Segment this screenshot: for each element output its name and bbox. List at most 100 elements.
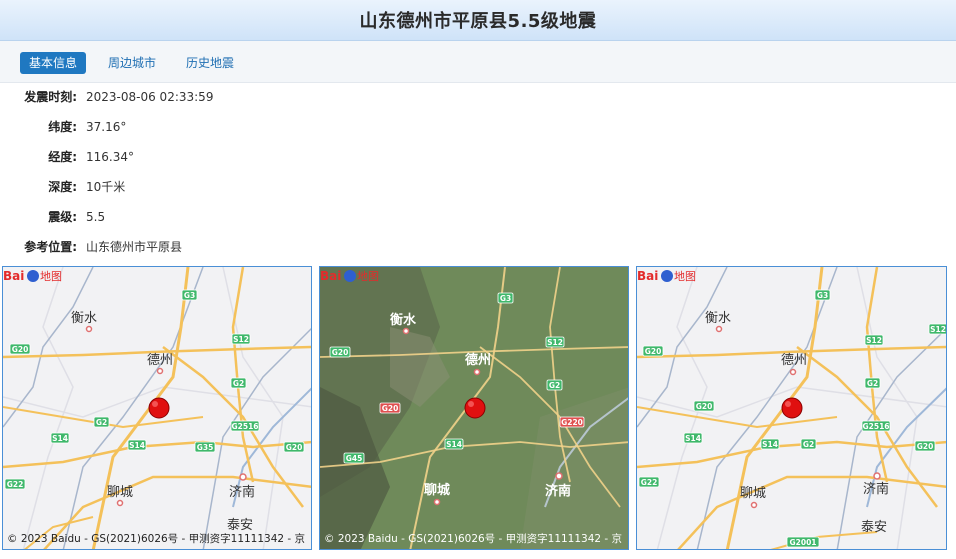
baidu-logo: Bai 地图 xyxy=(320,269,379,283)
city-label-hengshui: 衡水 xyxy=(390,312,417,328)
map-canvas: G3 G20 S12 G2 G20 S12 G2516 S14 S14 G2 G… xyxy=(637,267,946,549)
road-label-s12: S12 xyxy=(864,334,884,346)
road-label-g3: G3 xyxy=(497,292,514,304)
svg-text:G2: G2 xyxy=(233,379,244,388)
svg-text:S14: S14 xyxy=(762,440,778,449)
city-label-liaocheng: 聊城 xyxy=(107,485,133,500)
svg-text:Bai: Bai xyxy=(637,269,658,283)
svg-text:G20: G20 xyxy=(917,442,934,451)
road-label-s14-b: S14 xyxy=(760,438,780,450)
latitude-label: 纬度: xyxy=(48,120,77,134)
info-row-magnitude: 震级: 5.5 xyxy=(0,207,600,227)
road-label-g3: G3 xyxy=(814,289,831,301)
map-street-right[interactable]: G3 G20 S12 G2 G20 S12 G2516 S14 S14 G2 G… xyxy=(636,266,947,550)
map-satellite-middle[interactable]: G3 G20 S12 G2 G20 G220 S14 G45 衡水 德州 聊城 … xyxy=(319,266,629,550)
svg-text:G2516: G2516 xyxy=(231,422,258,431)
map-copyright: © 2023 Baidu - GS(2021)6026号 - 甲测资字11111… xyxy=(7,533,306,545)
road-label-g22: G22 xyxy=(4,478,26,490)
city-label-dezhou: 德州 xyxy=(781,353,807,368)
svg-text:S12: S12 xyxy=(930,325,946,334)
svg-text:Bai: Bai xyxy=(3,269,24,283)
svg-text:Bai: Bai xyxy=(320,269,341,283)
svg-text:S12: S12 xyxy=(866,336,882,345)
info-row-latitude: 纬度: 37.16° xyxy=(0,117,600,137)
map-copyright: © 2023 Baidu - GS(2021)6026号 - 甲测资字11111… xyxy=(324,533,623,545)
map-canvas-satellite: G3 G20 S12 G2 G20 G220 S14 G45 衡水 德州 聊城 … xyxy=(320,267,628,549)
svg-text:S14: S14 xyxy=(685,434,701,443)
road-label-g2: G2 xyxy=(864,377,881,389)
city-label-liaocheng: 聊城 xyxy=(424,482,450,498)
epicenter-marker[interactable] xyxy=(148,397,170,419)
road-label-g20-b: G20 xyxy=(693,400,715,412)
baidu-logo: Bai 地图 xyxy=(637,269,696,283)
svg-text:G2: G2 xyxy=(96,418,107,427)
road-label-s14-b: S14 xyxy=(127,439,147,451)
time-label: 发震时刻: xyxy=(24,90,77,104)
road-label-g2-b: G2 xyxy=(800,438,817,450)
info-row-longitude: 经度: 116.34° xyxy=(0,147,600,167)
page-title: 山东德州市平原县5.5级地震 xyxy=(359,11,597,32)
svg-text:G20: G20 xyxy=(286,443,303,452)
depth-label: 深度: xyxy=(48,180,77,194)
map-canvas: G3 G20 S12 G2 G2 G2516 S14 S14 G35 G20 G… xyxy=(3,267,311,549)
magnitude-value: 5.5 xyxy=(86,210,106,224)
road-label-s14: S14 xyxy=(50,432,70,444)
svg-text:G20: G20 xyxy=(382,404,399,413)
svg-text:G3: G3 xyxy=(184,291,195,300)
svg-text:G22: G22 xyxy=(7,480,24,489)
info-row-time: 发震时刻: 2023-08-06 02:33:59 xyxy=(0,87,600,107)
road-label-g2: G2 xyxy=(230,377,247,389)
svg-text:地图: 地图 xyxy=(40,270,62,283)
svg-text:G2: G2 xyxy=(867,379,878,388)
road-label-g2516: G2516 xyxy=(230,420,260,432)
svg-text:地图: 地图 xyxy=(674,270,696,283)
road-label-g22: G22 xyxy=(638,476,660,488)
road-label-g20: G20 xyxy=(9,343,31,355)
road-label-g35: G35 xyxy=(194,441,216,453)
road-label-g2: G2 xyxy=(546,379,563,391)
svg-text:G20: G20 xyxy=(332,348,349,357)
svg-text:地图: 地图 xyxy=(357,270,379,283)
longitude-label: 经度: xyxy=(48,150,77,164)
title-bar: 山东德州市平原县5.5级地震 xyxy=(0,0,956,41)
road-label-s14: S14 xyxy=(683,432,703,444)
svg-text:G2001: G2001 xyxy=(789,538,816,547)
svg-text:G2: G2 xyxy=(549,381,560,390)
longitude-value: 116.34° xyxy=(86,150,134,164)
map-street-left[interactable]: G3 G20 S12 G2 G2 G2516 S14 S14 G35 G20 G… xyxy=(2,266,312,550)
magnitude-label: 震级: xyxy=(48,210,77,224)
road-label-g3: G3 xyxy=(181,289,198,301)
city-label-hengshui: 衡水 xyxy=(71,311,97,326)
road-label-g20-c: G20 xyxy=(914,440,936,452)
road-label-g220: G220 xyxy=(559,416,585,428)
epicenter-marker[interactable] xyxy=(464,397,486,419)
location-label: 参考位置: xyxy=(24,240,77,254)
svg-text:S14: S14 xyxy=(52,434,68,443)
tab-history-earthquakes[interactable]: 历史地震 xyxy=(186,52,234,74)
tab-basic-info[interactable]: 基本信息 xyxy=(20,52,87,74)
svg-text:G20: G20 xyxy=(696,402,713,411)
road-label-g2-b: G2 xyxy=(93,416,110,428)
city-label-jinan: 济南 xyxy=(545,483,571,499)
city-label-jinan: 济南 xyxy=(863,481,889,497)
tab-nearby-cities[interactable]: 周边城市 xyxy=(108,52,156,74)
location-value: 山东德州市平原县 xyxy=(86,240,183,254)
city-label-dezhou: 德州 xyxy=(465,352,491,368)
svg-text:G45: G45 xyxy=(346,454,363,463)
baidu-logo: Bai 地图 xyxy=(3,269,62,283)
road-label-g20-b: G20 xyxy=(283,441,305,453)
road-label-g2516: G2516 xyxy=(861,420,891,432)
svg-text:S12: S12 xyxy=(233,335,249,344)
info-row-location: 参考位置: 山东德州市平原县 xyxy=(0,237,600,257)
svg-text:G20: G20 xyxy=(645,347,662,356)
svg-text:S14: S14 xyxy=(129,441,145,450)
epicenter-marker[interactable] xyxy=(781,397,803,419)
road-label-g20: G20 xyxy=(642,345,664,357)
svg-text:G220: G220 xyxy=(561,418,583,427)
road-label-g20: G20 xyxy=(329,346,351,358)
city-label-jinan: 济南 xyxy=(229,484,255,500)
road-label-g2001: G2001 xyxy=(786,536,820,548)
road-label-s12-b: S12 xyxy=(928,323,946,335)
svg-text:G2516: G2516 xyxy=(862,422,889,431)
svg-text:G35: G35 xyxy=(197,443,214,452)
